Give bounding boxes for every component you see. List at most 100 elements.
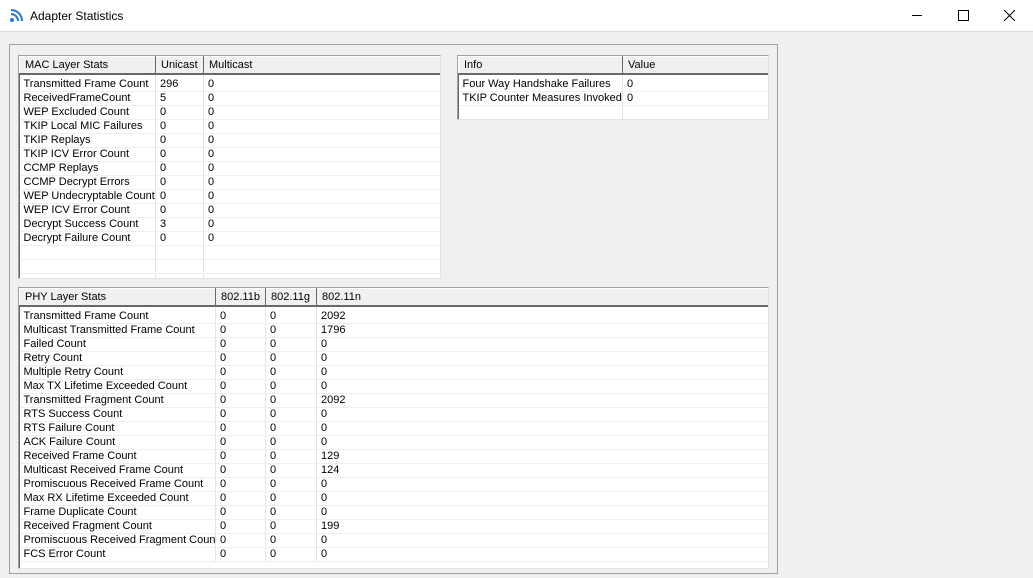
table-row[interactable]: Decrypt Failure Count 0 0 <box>19 231 440 246</box>
info-list[interactable]: Info Value Four Way Handshake Failures 0 T… <box>457 55 769 120</box>
table-row[interactable]: TKIP Counter Measures Invoked 0 <box>458 91 768 106</box>
row-label-cell: FCS Error Count <box>19 547 216 562</box>
row-label-cell: Transmitted Frame Count <box>19 310 216 324</box>
row-label-cell: WEP Undecryptable Count <box>19 189 156 204</box>
column-header-unicast[interactable]: Unicast <box>155 56 204 75</box>
table-row[interactable] <box>19 259 440 274</box>
table-row[interactable]: RTS Failure Count 0 0 0 <box>19 421 768 436</box>
table-row[interactable]: Failed Count 0 0 0 <box>19 337 768 352</box>
table-row[interactable]: TKIP ICV Error Count 0 0 <box>19 147 440 162</box>
close-button[interactable] <box>987 0 1033 31</box>
table-row[interactable]: Received Frame Count 0 0 129 <box>19 449 768 464</box>
maximize-icon <box>958 10 969 21</box>
value-cell: 0 <box>265 533 317 548</box>
table-row[interactable]: Transmitted Frame Count 0 0 2092 <box>19 310 768 324</box>
window-title: Adapter Statistics <box>30 9 124 23</box>
column-header-802-11n[interactable]: 802.11n <box>316 288 768 307</box>
value-cell: 124 <box>316 463 768 478</box>
table-row[interactable]: Four Way Handshake Failures 0 <box>458 78 768 92</box>
value-cell: 0 <box>203 161 440 176</box>
row-label-cell: Received Frame Count <box>19 449 216 464</box>
value-cell: 0 <box>215 310 266 324</box>
table-row[interactable]: Transmitted Frame Count 296 0 <box>19 78 440 92</box>
value-cell: 0 <box>265 365 317 380</box>
column-header-802-11b[interactable]: 802.11b <box>215 288 266 307</box>
value-cell: 0 <box>203 175 440 190</box>
table-row[interactable]: Transmitted Fragment Count 0 0 2092 <box>19 393 768 408</box>
table-row[interactable] <box>19 273 440 278</box>
table-row[interactable]: ReceivedFrameCount 5 0 <box>19 91 440 106</box>
table-row[interactable]: Frame Duplicate Count 0 0 0 <box>19 505 768 520</box>
value-cell: 0 <box>265 310 317 324</box>
mac-layer-stats-list[interactable]: MAC Layer Stats Unicast Multicast Transm… <box>18 55 441 279</box>
table-row[interactable]: CCMP Decrypt Errors 0 0 <box>19 175 440 190</box>
table-row[interactable]: WEP Excluded Count 0 0 <box>19 105 440 120</box>
table-row[interactable]: CCMP Replays 0 0 <box>19 161 440 176</box>
row-label-cell: TKIP Replays <box>19 133 156 148</box>
table-row[interactable]: FCS Error Count 0 0 0 <box>19 547 768 562</box>
value-cell: 0 <box>265 449 317 464</box>
table-row[interactable]: WEP ICV Error Count 0 0 <box>19 203 440 218</box>
value-cell: 0 <box>265 393 317 408</box>
value-cell: 0 <box>215 505 266 520</box>
column-header-multicast[interactable]: Multicast <box>203 56 440 75</box>
value-cell: 0 <box>215 407 266 422</box>
column-header-phy-layer-stats[interactable]: PHY Layer Stats <box>19 288 216 307</box>
phy-layer-stats-list[interactable]: PHY Layer Stats 802.11b 802.11g 802.11n … <box>18 287 769 569</box>
value-cell: 0 <box>265 421 317 436</box>
table-row[interactable] <box>458 105 768 119</box>
row-label-cell: TKIP Counter Measures Invoked <box>458 91 623 106</box>
maximize-button[interactable] <box>941 0 987 31</box>
value-cell: 0 <box>265 491 317 506</box>
phy-header-row: PHY Layer Stats 802.11b 802.11g 802.11n <box>19 288 768 307</box>
table-row[interactable] <box>19 245 440 260</box>
row-label-cell: Decrypt Success Count <box>19 217 156 232</box>
row-label-cell: CCMP Decrypt Errors <box>19 175 156 190</box>
value-cell: 0 <box>203 91 440 106</box>
row-label-cell: Received Fragment Count <box>19 519 216 534</box>
row-label-cell: ACK Failure Count <box>19 435 216 450</box>
column-header-802-11g[interactable]: 802.11g <box>265 288 317 307</box>
table-row[interactable]: Max RX Lifetime Exceeded Count 0 0 0 <box>19 491 768 506</box>
value-cell: 0 <box>215 337 266 352</box>
row-label-cell <box>19 245 156 260</box>
value-cell: 0 <box>215 477 266 492</box>
table-row[interactable]: Multicast Received Frame Count 0 0 124 <box>19 463 768 478</box>
value-cell: 0 <box>203 119 440 134</box>
value-cell: 1796 <box>316 323 768 338</box>
value-cell <box>155 273 204 278</box>
table-row[interactable]: Multicast Transmitted Frame Count 0 0 1796 <box>19 323 768 338</box>
wireless-signal-icon <box>10 9 23 22</box>
row-label-cell: WEP Excluded Count <box>19 105 156 120</box>
table-row[interactable]: RTS Success Count 0 0 0 <box>19 407 768 422</box>
value-cell: 0 <box>215 379 266 394</box>
row-label-cell: Promiscuous Received Fragment Count <box>19 533 216 548</box>
table-row[interactable]: Received Fragment Count 0 0 199 <box>19 519 768 534</box>
title-bar[interactable]: Adapter Statistics <box>0 0 1033 32</box>
table-row[interactable]: ACK Failure Count 0 0 0 <box>19 435 768 450</box>
row-label-cell: Frame Duplicate Count <box>19 505 216 520</box>
value-cell: 0 <box>215 351 266 366</box>
value-cell: 0 <box>316 421 768 436</box>
column-header-info[interactable]: Info <box>458 56 623 75</box>
table-row[interactable]: TKIP Replays 0 0 <box>19 133 440 148</box>
table-row[interactable]: Promiscuous Received Fragment Count 0 0 0 <box>19 533 768 548</box>
table-row[interactable]: Promiscuous Received Frame Count 0 0 0 <box>19 477 768 492</box>
column-header-value[interactable]: Value <box>622 56 768 75</box>
value-cell: 2092 <box>316 393 768 408</box>
value-cell: 0 <box>265 435 317 450</box>
value-cell: 0 <box>316 351 768 366</box>
table-row[interactable]: Decrypt Success Count 3 0 <box>19 217 440 232</box>
value-cell: 0 <box>203 133 440 148</box>
table-row[interactable]: Retry Count 0 0 0 <box>19 351 768 366</box>
value-cell: 0 <box>265 351 317 366</box>
minimize-button[interactable] <box>895 0 941 31</box>
table-row[interactable]: WEP Undecryptable Count 0 0 <box>19 189 440 204</box>
value-cell: 129 <box>316 449 768 464</box>
table-row[interactable]: TKIP Local MIC Failures 0 0 <box>19 119 440 134</box>
table-row[interactable]: Max TX Lifetime Exceeded Count 0 0 0 <box>19 379 768 394</box>
value-cell: 0 <box>155 189 204 204</box>
value-cell: 0 <box>622 78 768 92</box>
column-header-mac-layer-stats[interactable]: MAC Layer Stats <box>19 56 156 75</box>
table-row[interactable]: Multiple Retry Count 0 0 0 <box>19 365 768 380</box>
